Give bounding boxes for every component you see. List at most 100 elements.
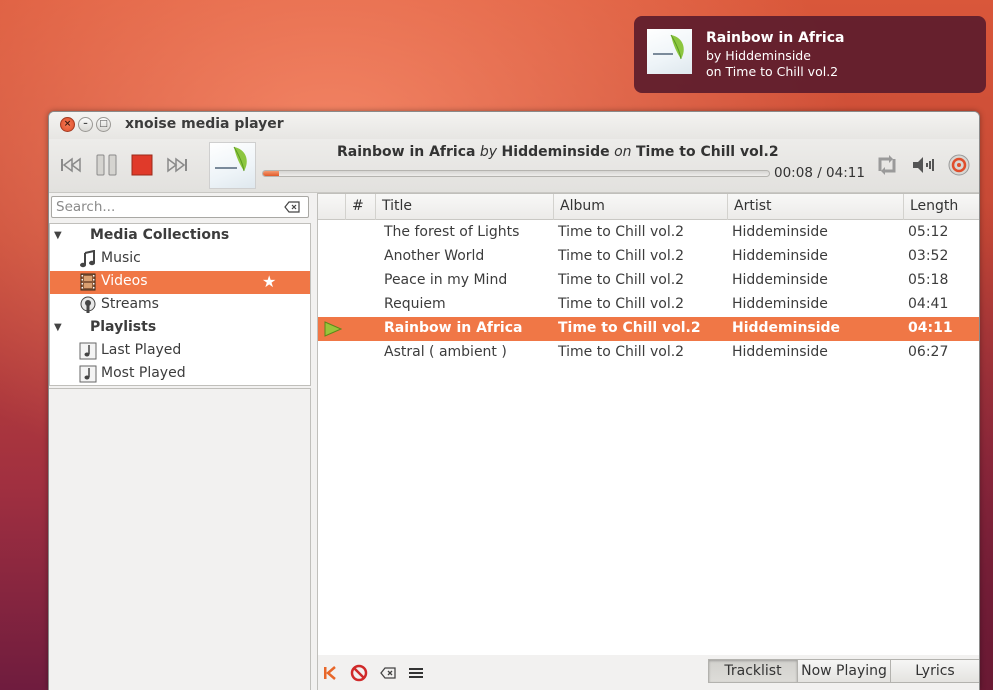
now-playing-artist: Hiddeminside (501, 144, 610, 160)
scroll-to-current-icon[interactable] (321, 664, 339, 682)
window-title: xnoise media player (125, 116, 284, 132)
track-album: Time to Chill vol.2 (558, 248, 685, 264)
previous-icon (61, 157, 81, 173)
media-collections-label: Media Collections (90, 227, 230, 243)
star-icon[interactable]: ★ (262, 272, 276, 291)
track-album: Time to Chill vol.2 (558, 320, 701, 336)
track-length: 06:27 (908, 344, 949, 360)
track-length: 04:41 (908, 296, 949, 312)
table-row[interactable]: Another World Time to Chill vol.2 Hiddem… (318, 245, 979, 269)
track-title: Astral ( ambient ) (384, 344, 507, 360)
playlist-label: Last Played (101, 342, 182, 358)
settings-icon (948, 154, 970, 176)
tree-item-label: Music (101, 250, 141, 266)
progress-bar[interactable] (262, 170, 770, 177)
time-display: 00:08 / 04:11 (774, 165, 865, 181)
film-icon (79, 273, 97, 291)
tab-lyrics[interactable]: Lyrics (890, 659, 979, 683)
track-album: Time to Chill vol.2 (558, 344, 685, 360)
notification-title: Rainbow in Africa (706, 30, 845, 46)
notification-bubble: Rainbow in Africa by Hiddeminside on Tim… (634, 16, 986, 93)
track-title: The forest of Lights (384, 224, 520, 240)
table-row[interactable]: Requiem Time to Chill vol.2 Hiddeminside… (318, 293, 979, 317)
media-collections-header[interactable]: ▼ Media Collections (50, 225, 310, 248)
speaker-icon (913, 157, 934, 173)
next-icon (167, 157, 187, 173)
track-album: Time to Chill vol.2 (558, 272, 685, 288)
music-note-icon (79, 249, 97, 268)
track-album: Time to Chill vol.2 (558, 296, 685, 312)
clear-search-icon[interactable] (284, 201, 300, 217)
minimize-window-button[interactable]: – (78, 117, 93, 132)
track-artist: Hiddeminside (732, 320, 841, 336)
track-length: 04:11 (908, 320, 953, 336)
column-header-artist[interactable]: Artist (728, 194, 904, 220)
media-tree: ▼ Media Collections Music Videos ★ Strea… (49, 223, 311, 386)
tab-now-playing[interactable]: Now Playing (797, 659, 891, 683)
playlist-icon (79, 342, 97, 360)
track-title: Rainbow in Africa (384, 320, 523, 336)
now-playing-title: Rainbow in Africa (337, 144, 476, 160)
table-row[interactable]: Peace in my Mind Time to Chill vol.2 Hid… (318, 269, 979, 293)
tree-item-label: Videos (101, 273, 148, 289)
track-length: 05:18 (908, 272, 949, 288)
clear-tracklist-icon[interactable] (379, 664, 397, 682)
notification-album-cover (647, 29, 692, 74)
expand-arrow-icon[interactable]: ▼ (54, 322, 62, 333)
pause-icon (96, 154, 117, 176)
column-header-title[interactable]: Title (376, 194, 554, 220)
playlists-header[interactable]: ▼ Playlists (50, 317, 310, 340)
bottom-bar: Tracklist Now Playing Lyrics (317, 655, 979, 690)
progress-fill (263, 171, 280, 176)
table-row[interactable]: The forest of Lights Time to Chill vol.2… (318, 221, 979, 245)
notification-artist: by Hiddeminside (706, 48, 811, 63)
track-length: 05:12 (908, 224, 949, 240)
main-window: × – □ xnoise media player Rainbow in Afr… (48, 111, 980, 690)
settings-button[interactable] (946, 153, 972, 177)
tracklist: # Title Album Artist Length The forest o… (317, 193, 979, 655)
track-artist: Hiddeminside (732, 224, 828, 240)
by-label: by (479, 144, 498, 160)
playlist-icon (79, 365, 97, 383)
tree-item-videos[interactable]: Videos ★ (50, 271, 310, 294)
title-bar: × – □ xnoise media player (49, 112, 979, 139)
remove-track-icon[interactable] (350, 664, 368, 682)
track-artist: Hiddeminside (732, 344, 828, 360)
left-pane-empty-area (49, 388, 311, 690)
previous-track-button[interactable] (58, 153, 84, 177)
close-window-button[interactable]: × (60, 117, 75, 132)
playlist-most-played[interactable]: Most Played (50, 363, 310, 386)
track-title: Peace in my Mind (384, 272, 508, 288)
stream-icon (79, 296, 97, 314)
search-box (51, 196, 309, 218)
playlists-label: Playlists (90, 319, 157, 335)
player-toolbar: Rainbow in Africa by Hiddeminside on Tim… (49, 139, 979, 193)
column-header-indicator[interactable] (318, 194, 346, 220)
column-header-number[interactable]: # (346, 194, 376, 220)
pause-button[interactable] (94, 153, 120, 177)
search-input[interactable] (56, 198, 276, 216)
repeat-button[interactable] (874, 153, 900, 177)
track-title: Requiem (384, 296, 446, 312)
tab-tracklist[interactable]: Tracklist (708, 659, 798, 683)
album-cover-thumbnail[interactable] (209, 142, 256, 189)
column-header-album[interactable]: Album (554, 194, 728, 220)
table-row[interactable]: Astral ( ambient ) Time to Chill vol.2 H… (318, 341, 979, 365)
stop-button[interactable] (129, 153, 155, 177)
track-artist: Hiddeminside (732, 272, 828, 288)
table-row-playing[interactable]: Rainbow in Africa Time to Chill vol.2 Hi… (318, 317, 979, 341)
column-header-length[interactable]: Length (904, 194, 979, 220)
playlist-label: Most Played (101, 365, 186, 381)
repeat-icon (878, 155, 896, 175)
menu-icon[interactable] (407, 664, 425, 682)
volume-button[interactable] (910, 153, 936, 177)
track-title: Another World (384, 248, 485, 264)
playlist-last-played[interactable]: Last Played (50, 340, 310, 363)
maximize-window-button[interactable]: □ (96, 117, 111, 132)
next-track-button[interactable] (164, 153, 190, 177)
track-album: Time to Chill vol.2 (558, 224, 685, 240)
tree-item-music[interactable]: Music (50, 248, 310, 271)
expand-arrow-icon[interactable]: ▼ (54, 230, 62, 241)
now-playing-album: Time to Chill vol.2 (635, 144, 779, 160)
tree-item-streams[interactable]: Streams (50, 294, 310, 317)
